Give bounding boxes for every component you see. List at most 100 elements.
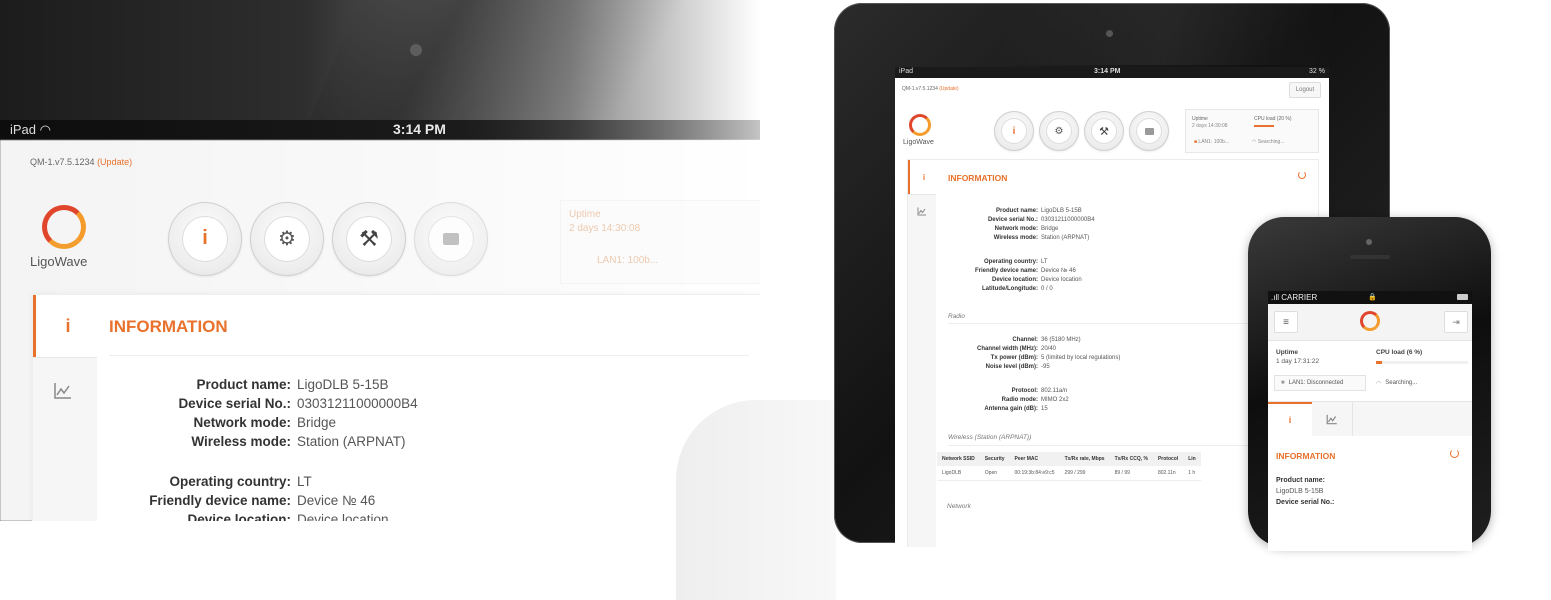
uptime-label: Uptime bbox=[1276, 349, 1299, 356]
briefcase-icon bbox=[442, 232, 459, 245]
table-cell: 802.11n bbox=[1152, 466, 1184, 481]
info-button[interactable]: i bbox=[168, 202, 242, 276]
camera-icon bbox=[1366, 239, 1372, 245]
ipad-status-bar: iPad 3:14 PM 32 % bbox=[895, 67, 1329, 78]
wifi-icon: ◠ bbox=[1376, 380, 1382, 387]
tools-button[interactable]: ⚒ bbox=[332, 202, 406, 276]
firmware-version: QM-1.v7.5.1234 (Update) bbox=[902, 86, 959, 92]
info-row: Noise level (dBm): -95 bbox=[985, 364, 1050, 370]
gear-icon: ⚙ bbox=[1054, 125, 1064, 137]
logo-text: LigoWave bbox=[30, 254, 88, 269]
product-name-label: Product name: bbox=[1276, 477, 1326, 484]
iphone-screen: .ıll CARRIER 🔒 ≡ ⇥ Uptime 1 day 17:31:22… bbox=[1268, 291, 1472, 551]
exit-icon: ⇥ bbox=[1452, 316, 1460, 327]
info-row: Friendly device name: Device № 46 bbox=[974, 268, 1076, 274]
tab-information[interactable]: i bbox=[908, 160, 938, 194]
page-title: INFORMATION bbox=[109, 317, 228, 336]
lan-status: LAN1: 100b... bbox=[597, 255, 659, 266]
ligowave-logo-icon bbox=[1360, 311, 1380, 331]
battery-icon bbox=[1457, 294, 1468, 300]
carrier-label: .ıll CARRIER bbox=[1271, 293, 1318, 302]
info-row: Protocol: 802.11a/n bbox=[1011, 388, 1068, 394]
uptime-label: Uptime bbox=[1192, 116, 1208, 122]
carrier-label: iPad ◠ bbox=[10, 122, 51, 137]
speaker-grille bbox=[1350, 255, 1390, 259]
uptime-value: 2 days 14:30:08 bbox=[569, 223, 641, 234]
uptime-value: 2 days 14:30:08 bbox=[1192, 123, 1228, 129]
iphone-status-bar: .ıll CARRIER 🔒 bbox=[1268, 291, 1472, 304]
info-icon: i bbox=[1012, 125, 1016, 137]
info-icon: i bbox=[1288, 415, 1292, 425]
status-time: 3:14 PM bbox=[1094, 68, 1121, 75]
cpu-load-bar bbox=[1254, 125, 1274, 127]
page-title: INFORMATION bbox=[1276, 451, 1336, 461]
tab-information[interactable]: i bbox=[1268, 402, 1312, 436]
page-title: INFORMATION bbox=[948, 173, 1008, 183]
product-name-value: LigoDLB 5-15B bbox=[1276, 488, 1324, 495]
wireless-peers-table: Network SSID Security Peer MAC Tx/Rx rat… bbox=[937, 452, 1201, 481]
info-row: Antenna gain (dB): 15 bbox=[984, 406, 1048, 412]
menu-button[interactable]: ≡ bbox=[1274, 311, 1298, 333]
ligowave-logo-icon bbox=[42, 205, 86, 249]
section-radio: Radio bbox=[948, 313, 965, 320]
wireless-status: ◠ Searching... bbox=[1376, 380, 1418, 387]
lan-status: ■ LAN1: Disconnected bbox=[1274, 375, 1366, 391]
update-link[interactable]: (Update) bbox=[97, 157, 132, 167]
info-row: Product name: LigoDLB 5-15B bbox=[995, 208, 1082, 214]
status-time: 3:14 PM bbox=[393, 121, 446, 137]
tab-information[interactable]: i bbox=[33, 295, 100, 357]
tab-graphs[interactable] bbox=[908, 194, 936, 547]
table-cell: LigoDLB bbox=[937, 466, 980, 481]
services-button[interactable] bbox=[414, 202, 488, 276]
tab-graphs[interactable] bbox=[1312, 402, 1353, 436]
logo-text: LigoWave bbox=[903, 139, 934, 146]
info-row: Operating country: LT bbox=[983, 259, 1048, 265]
carrier-label: iPad bbox=[899, 68, 914, 75]
info-row: Wireless mode: Station (ARPNAT) bbox=[993, 235, 1090, 241]
bezel-glare bbox=[1004, 3, 1334, 65]
lock-icon: 🔒 bbox=[1368, 294, 1377, 301]
tools-icon: ⚒ bbox=[359, 225, 379, 251]
column-header: Security bbox=[979, 452, 1010, 466]
info-row: Operating country: LT bbox=[169, 474, 312, 489]
settings-button[interactable]: ⚙ bbox=[1039, 111, 1079, 151]
info-row: Device location: Device location bbox=[991, 277, 1082, 283]
column-header: Peer MAC bbox=[1009, 452, 1060, 466]
logout-button[interactable]: Logout bbox=[1289, 82, 1321, 98]
uptime-value: 1 day 17:31:22 bbox=[1276, 358, 1320, 365]
section-network: Network bbox=[947, 503, 971, 510]
column-header: Protocol bbox=[1152, 452, 1184, 466]
info-row: Network mode: Bridge bbox=[193, 415, 337, 430]
table-row: LigoDLB Open 00:19:3b:84:e9:c5 299 / 299… bbox=[937, 466, 1201, 481]
info-button[interactable]: i bbox=[994, 111, 1034, 151]
logout-button[interactable]: ⇥ bbox=[1444, 311, 1468, 333]
info-row: Device serial No.: 03031211000000B4 bbox=[178, 396, 418, 411]
tools-button[interactable]: ⚒ bbox=[1084, 111, 1124, 151]
services-button[interactable] bbox=[1129, 111, 1169, 151]
hamburger-icon: ≡ bbox=[1283, 316, 1289, 328]
info-icon: i bbox=[202, 227, 208, 250]
settings-button[interactable]: ⚙ bbox=[250, 202, 324, 276]
table-cell: 1 h bbox=[1183, 466, 1201, 481]
column-header: Lin bbox=[1183, 452, 1201, 466]
column-header: Tx/Rx CCQ, % bbox=[1109, 452, 1153, 466]
refresh-icon[interactable] bbox=[1450, 449, 1459, 458]
briefcase-icon bbox=[1144, 127, 1154, 135]
ipad-status-bar: iPad ◠ 3:14 PM bbox=[0, 120, 760, 140]
cpu-load-label: CPU load (6 %) bbox=[1376, 349, 1423, 356]
info-row: Latitude/Longitude: 0 / 0 bbox=[982, 286, 1053, 292]
wifi-icon: ◠ bbox=[1252, 139, 1257, 145]
information-card: i INFORMATION Product name: LigoDLB 5-15B… bbox=[32, 294, 760, 521]
battery-level: 32 % bbox=[1309, 68, 1325, 75]
gear-icon: ⚙ bbox=[278, 228, 296, 251]
firmware-version: QM-1.v7.5.1234 (Update) bbox=[30, 157, 133, 167]
update-link[interactable]: (Update) bbox=[939, 86, 958, 92]
serial-label: Device serial No.: bbox=[1276, 499, 1335, 506]
info-row: Channel width (MHz): 20/40 bbox=[977, 346, 1057, 352]
left-ipad-closeup: iPad ◠ 3:14 PM QM-1.v7.5.1234 (Update) L… bbox=[0, 0, 760, 521]
refresh-icon[interactable] bbox=[1298, 171, 1306, 179]
info-row: Device location: Device location bbox=[187, 512, 389, 521]
table-cell: 00:19:3b:84:e9:c5 bbox=[1009, 466, 1060, 481]
camera-icon bbox=[410, 44, 422, 56]
ethernet-icon: ■ bbox=[1281, 380, 1285, 386]
